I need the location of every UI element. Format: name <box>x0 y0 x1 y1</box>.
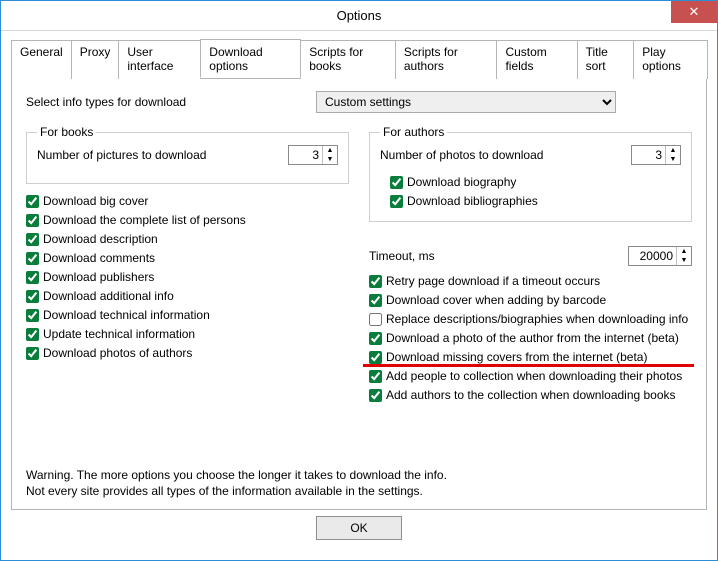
close-button[interactable]: ✕ <box>671 1 717 23</box>
close-icon: ✕ <box>689 4 700 20</box>
tab-user-interface[interactable]: User interface <box>118 40 201 79</box>
books-checklist: Download big cover Download the complete… <box>26 192 349 362</box>
right-column: For authors Number of photos to download… <box>369 125 692 405</box>
chk-big-cover[interactable]: Download big cover <box>26 192 349 210</box>
chk-comments[interactable]: Download comments <box>26 249 349 267</box>
timeout-row: Timeout, ms 20000 ▲ ▼ <box>369 246 692 266</box>
tab-play-options[interactable]: Play options <box>633 40 708 79</box>
spinner-up-icon[interactable]: ▲ <box>677 247 691 256</box>
spinner-down-icon[interactable]: ▼ <box>323 155 337 164</box>
button-bar: OK <box>11 510 707 550</box>
books-num-label: Number of pictures to download <box>37 148 288 162</box>
tab-title-sort[interactable]: Title sort <box>577 40 635 79</box>
chk-bibliographies[interactable]: Download bibliographies <box>390 192 681 210</box>
download-options-panel: Select info types for download Custom se… <box>11 79 707 510</box>
chk-publishers[interactable]: Download publishers <box>26 268 349 286</box>
authors-num-label: Number of photos to download <box>380 148 631 162</box>
chk-author-photo-internet[interactable]: Download a photo of the author from the … <box>369 329 692 347</box>
info-types-label: Select info types for download <box>26 95 316 109</box>
tab-bar: General Proxy User interface Download op… <box>11 39 707 79</box>
authors-num-value: 3 <box>632 148 665 162</box>
chk-technical-info[interactable]: Download technical information <box>26 306 349 324</box>
chk-description[interactable]: Download description <box>26 230 349 248</box>
books-num-row: Number of pictures to download 3 ▲ ▼ <box>37 145 338 165</box>
ok-button[interactable]: OK <box>316 516 402 540</box>
books-num-value: 3 <box>289 148 322 162</box>
spinner-down-icon[interactable]: ▼ <box>677 256 691 265</box>
content-area: General Proxy User interface Download op… <box>1 31 717 560</box>
chk-add-people[interactable]: Add people to collection when downloadin… <box>369 367 692 385</box>
left-column: For books Number of pictures to download… <box>26 125 349 405</box>
info-types-row: Select info types for download Custom se… <box>26 91 692 113</box>
chk-update-technical[interactable]: Update technical information <box>26 325 349 343</box>
timeout-label: Timeout, ms <box>369 249 628 263</box>
misc-checklist: Retry page download if a timeout occurs … <box>369 272 692 404</box>
tab-scripts-books[interactable]: Scripts for books <box>300 40 396 79</box>
columns: For books Number of pictures to download… <box>26 125 692 405</box>
chk-replace-desc[interactable]: Replace descriptions/biographies when do… <box>369 310 692 328</box>
chk-retry-timeout[interactable]: Retry page download if a timeout occurs <box>369 272 692 290</box>
highlighted-row: Download missing covers from the interne… <box>369 348 692 366</box>
tab-custom-fields[interactable]: Custom fields <box>496 40 577 79</box>
for-books-legend: For books <box>37 125 96 139</box>
tab-scripts-authors[interactable]: Scripts for authors <box>395 40 498 79</box>
tab-download-options[interactable]: Download options <box>200 39 301 78</box>
timeout-value: 20000 <box>629 249 676 263</box>
info-types-select[interactable]: Custom settings <box>316 91 616 113</box>
warning-text: Warning. The more options you choose the… <box>26 447 692 499</box>
highlight-underline <box>363 364 694 367</box>
for-authors-group: For authors Number of photos to download… <box>369 125 692 222</box>
chk-cover-barcode[interactable]: Download cover when adding by barcode <box>369 291 692 309</box>
spinner-up-icon[interactable]: ▲ <box>323 146 337 155</box>
chk-add-authors[interactable]: Add authors to the collection when downl… <box>369 386 692 404</box>
chk-list-persons[interactable]: Download the complete list of persons <box>26 211 349 229</box>
tab-proxy[interactable]: Proxy <box>71 40 120 79</box>
chk-photos-authors[interactable]: Download photos of authors <box>26 344 349 362</box>
options-window: Options ✕ General Proxy User interface D… <box>0 0 718 561</box>
authors-num-row: Number of photos to download 3 ▲ ▼ <box>380 145 681 165</box>
authors-checklist: Download biography Download bibliographi… <box>390 173 681 210</box>
window-title: Options <box>337 8 382 23</box>
for-books-group: For books Number of pictures to download… <box>26 125 349 184</box>
tab-general[interactable]: General <box>11 40 72 79</box>
chk-additional-info[interactable]: Download additional info <box>26 287 349 305</box>
timeout-spinner[interactable]: 20000 ▲ ▼ <box>628 246 692 266</box>
authors-num-spinner[interactable]: 3 ▲ ▼ <box>631 145 681 165</box>
spinner-down-icon[interactable]: ▼ <box>666 155 680 164</box>
books-num-spinner[interactable]: 3 ▲ ▼ <box>288 145 338 165</box>
for-authors-legend: For authors <box>380 125 447 139</box>
titlebar: Options ✕ <box>1 1 717 31</box>
spinner-up-icon[interactable]: ▲ <box>666 146 680 155</box>
chk-biography[interactable]: Download biography <box>390 173 681 191</box>
